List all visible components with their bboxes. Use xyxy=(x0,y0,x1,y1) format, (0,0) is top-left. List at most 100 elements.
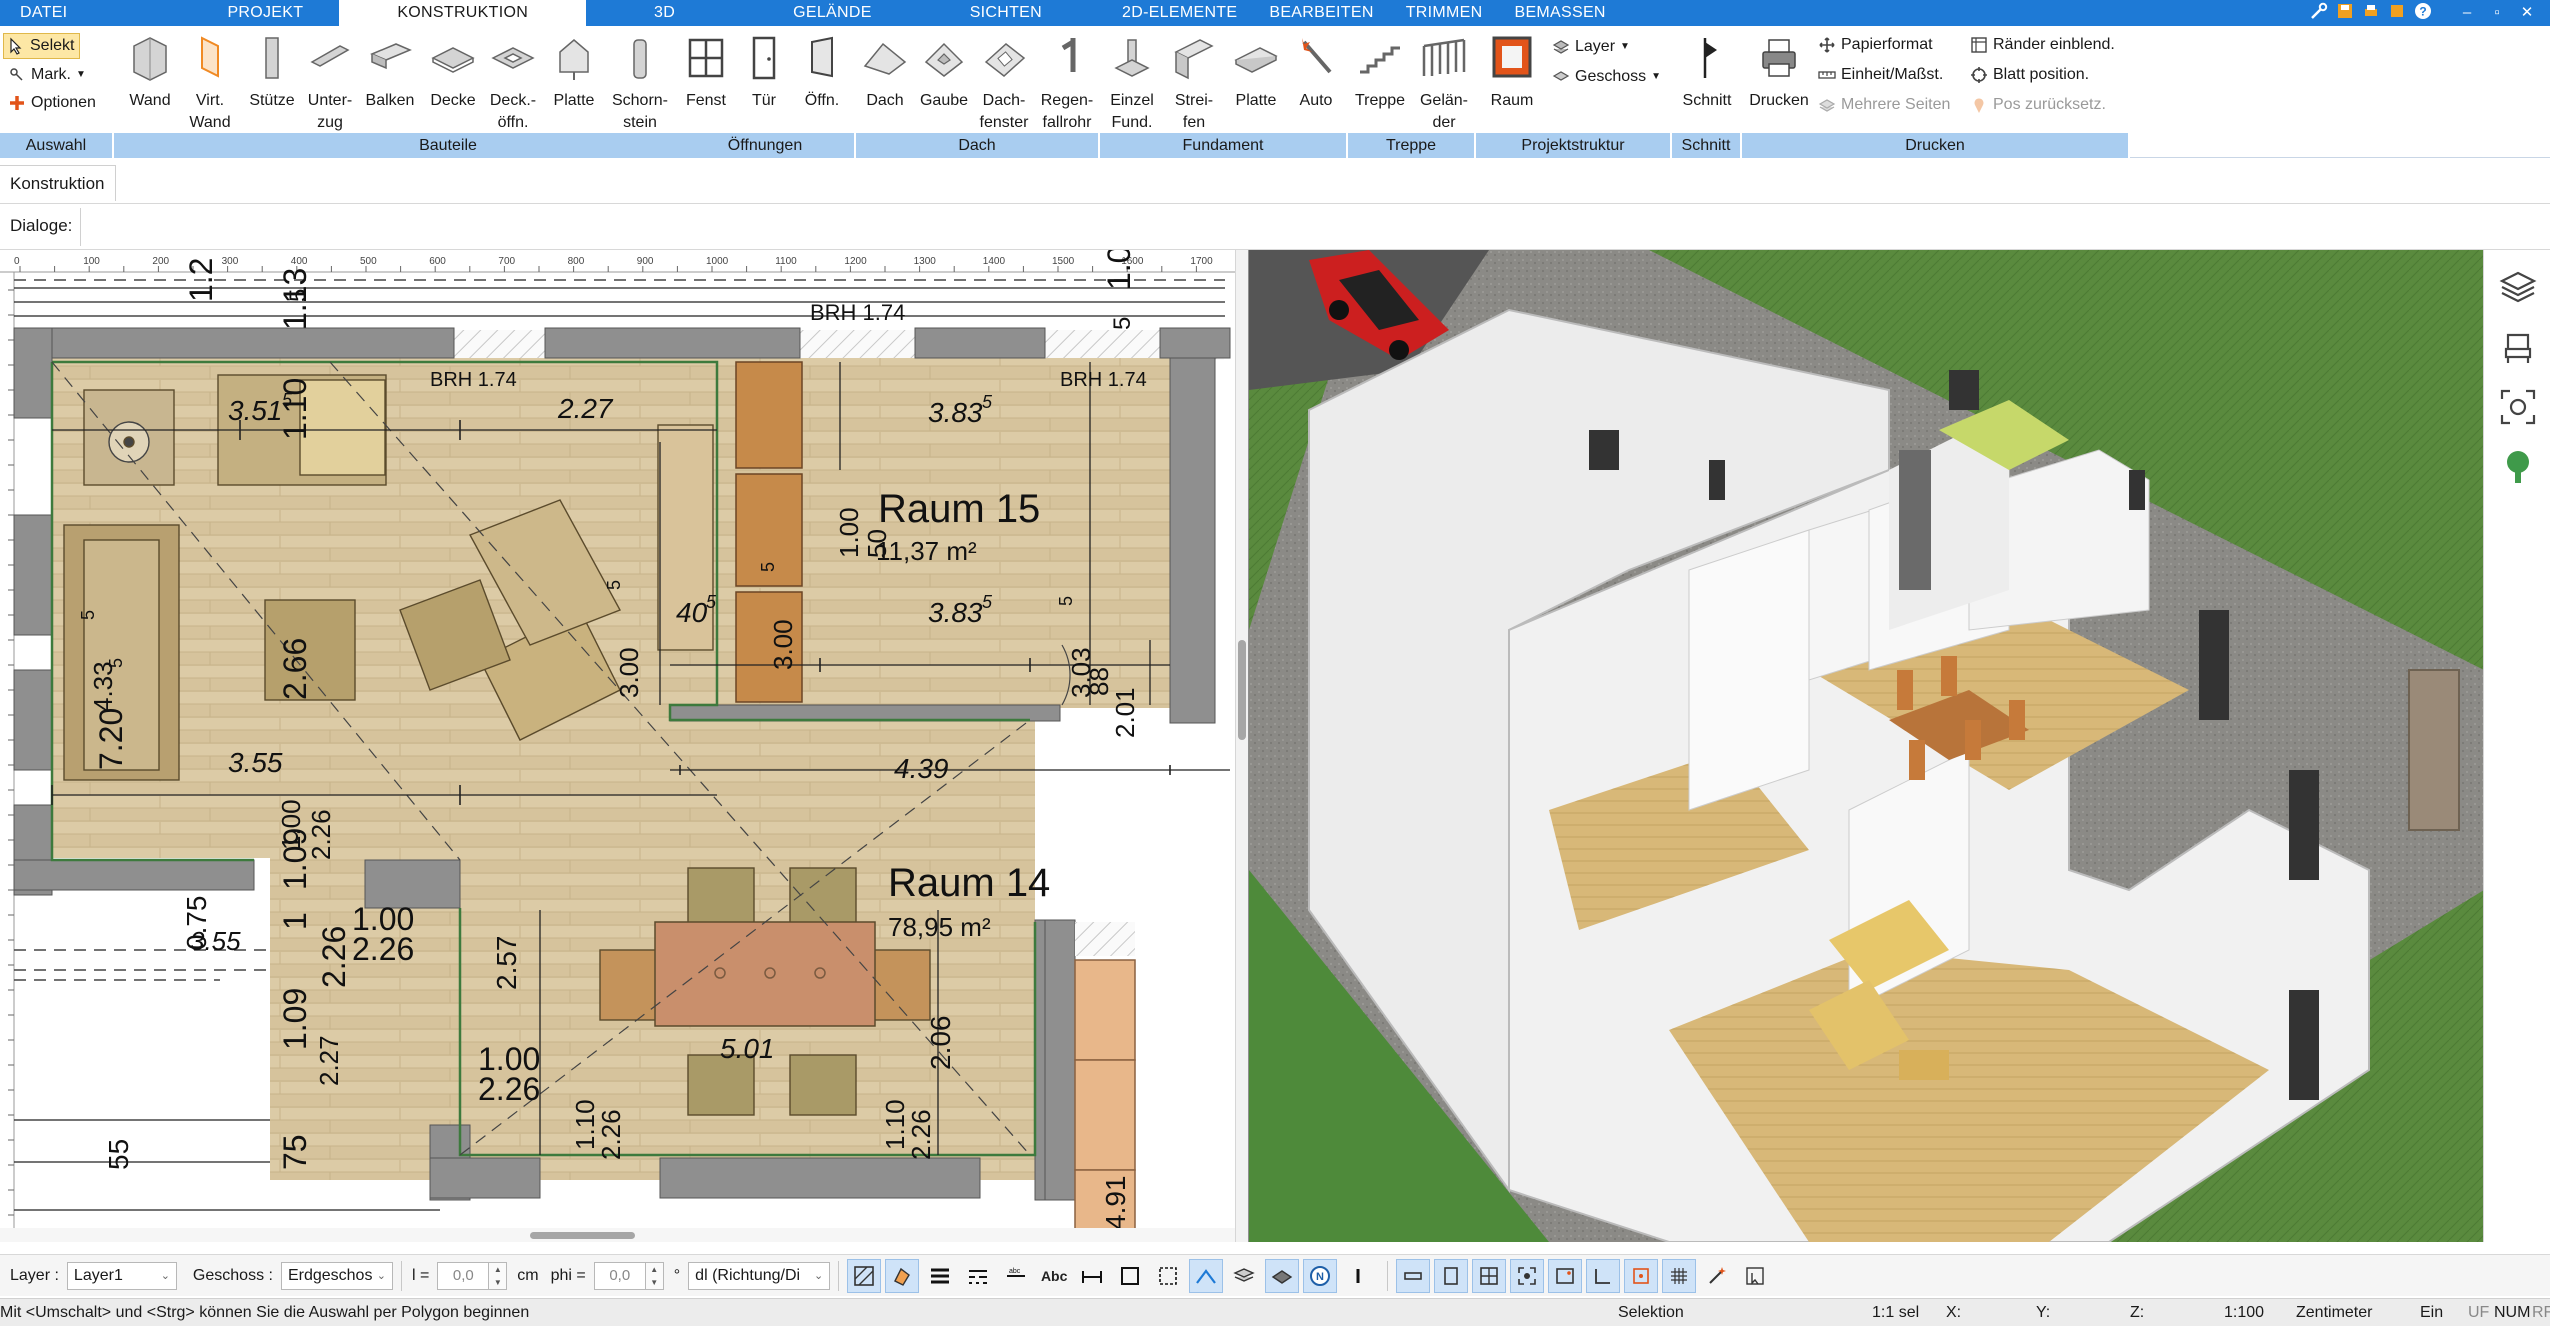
menu-tab-sichten[interactable]: SICHTEN xyxy=(930,0,1082,26)
page-view-icon[interactable] xyxy=(1434,1258,1469,1293)
3d-plane-icon[interactable] xyxy=(1265,1258,1300,1293)
einzelfundament-button[interactable]: Einzel Fund. xyxy=(1102,32,1162,134)
furniture-icon[interactable] xyxy=(2496,325,2540,369)
layer-select[interactable]: Layer1 ⌄ xyxy=(66,1261,177,1290)
floor-plan-canvas[interactable]: 0 100 200 300 400 500 600 700 800 900 1000 1100 1200… xyxy=(0,250,1235,1230)
dach-button[interactable]: Dach xyxy=(856,32,914,112)
menu-tab-konstruktion[interactable]: KONSTRUKTION xyxy=(339,0,587,26)
gelaender-button[interactable]: Gelän- der xyxy=(1412,32,1476,134)
fenster-button[interactable]: Fenst xyxy=(678,32,734,112)
menu-tab-datei[interactable]: DATEI xyxy=(0,0,79,26)
mark-button[interactable]: Mark. ▼ xyxy=(8,62,86,88)
treppe-button[interactable]: Treppe xyxy=(1348,32,1412,112)
selekt-button[interactable]: Selekt xyxy=(3,33,81,59)
more-icon[interactable] xyxy=(1341,1259,1375,1293)
pointer-tool-icon[interactable] xyxy=(1738,1259,1772,1293)
auto-button[interactable]: Auto xyxy=(1286,32,1346,112)
floor-plan-view[interactable]: 0 100 200 300 400 500 600 700 800 900 1000 1100 1200… xyxy=(0,250,1248,1242)
optionen-button[interactable]: Optionen xyxy=(8,90,96,116)
vertical-scrollbar-thumb[interactable] xyxy=(1238,640,1246,740)
fill-tool-icon[interactable] xyxy=(885,1258,920,1293)
wand-button[interactable]: Wand xyxy=(120,32,180,112)
pos-zuruecksetzen-button[interactable]: Pos zurücksetz. xyxy=(1970,92,2106,118)
papierformat-button[interactable]: Papierformat xyxy=(1818,32,1933,58)
menu-tab-bemassen[interactable]: BEMASSEN xyxy=(1498,0,1621,26)
tools-icon[interactable] xyxy=(2308,2,2330,24)
decke-button[interactable]: Decke xyxy=(424,32,482,112)
save-icon[interactable] xyxy=(2334,2,2356,24)
snap-icon[interactable] xyxy=(1189,1258,1224,1293)
raum-button[interactable]: Raum xyxy=(1482,32,1542,112)
menu-tab-trimmen[interactable]: TRIMMEN xyxy=(1390,0,1499,26)
menu-tab-gelaende[interactable]: GELÄNDE xyxy=(735,0,930,26)
dim-label: 1.00 xyxy=(276,799,306,850)
horizontal-scrollbar-thumb[interactable] xyxy=(530,1232,635,1239)
raender-einblenden-button[interactable]: Ränder einblend. xyxy=(1970,32,2115,58)
frame-icon[interactable] xyxy=(1113,1259,1147,1293)
tab-konstruktion[interactable]: Konstruktion xyxy=(0,165,116,201)
image-view-icon[interactable] xyxy=(1548,1258,1583,1293)
tuer-button[interactable]: Tür xyxy=(736,32,792,112)
geschoss-button[interactable]: Geschoss ▼ xyxy=(1552,64,1661,90)
menu-tab-projekt[interactable]: PROJEKT xyxy=(79,0,339,26)
layers-icon[interactable] xyxy=(2496,265,2540,309)
length-spinner[interactable]: ▲ ▼ xyxy=(489,1261,508,1290)
tree-icon[interactable] xyxy=(2496,445,2540,489)
layer-stack-icon[interactable] xyxy=(1227,1259,1261,1293)
fit-view-icon[interactable] xyxy=(1510,1258,1545,1293)
geschoss-select[interactable]: Erdgeschos ⌄ xyxy=(280,1261,393,1290)
print-icon[interactable] xyxy=(2360,2,2382,24)
beam-icon xyxy=(358,32,422,88)
view-splitter[interactable] xyxy=(1235,250,1248,1242)
wall-view-icon[interactable] xyxy=(1396,1258,1431,1293)
layer-button[interactable]: Layer ▼ xyxy=(1552,34,1630,60)
box-select-icon[interactable] xyxy=(1151,1259,1185,1293)
unterzug-button[interactable]: Unter- zug xyxy=(300,32,360,134)
oeffnung-button[interactable]: Öffn. xyxy=(794,32,850,112)
platte-button[interactable]: Platte xyxy=(544,32,604,112)
3d-view[interactable] xyxy=(1248,250,2483,1242)
grid-snap-icon[interactable] xyxy=(1662,1258,1697,1293)
drucken-button[interactable]: Drucken xyxy=(1746,32,1812,112)
einheit-massstab-button[interactable]: Einheit/Maßst. xyxy=(1818,62,1943,88)
mehrere-seiten-button[interactable]: Mehrere Seiten xyxy=(1818,92,1950,118)
phi-input[interactable]: 0,0 xyxy=(593,1261,646,1290)
north-icon[interactable]: N xyxy=(1303,1258,1338,1293)
target-view-icon[interactable] xyxy=(1624,1258,1659,1293)
horizontal-scrollbar[interactable] xyxy=(0,1228,1235,1242)
menu-tab-3d[interactable]: 3D xyxy=(586,0,735,26)
length-input[interactable]: 0,0 xyxy=(437,1261,490,1290)
line-weight-icon[interactable] xyxy=(923,1259,957,1293)
gaube-button[interactable]: Gaube xyxy=(914,32,974,112)
maximize-button[interactable]: ▫ xyxy=(2484,2,2510,24)
phi-spinner[interactable]: ▲ ▼ xyxy=(645,1261,664,1290)
fundamentplatte-button[interactable]: Platte xyxy=(1226,32,1286,112)
hatch-tool-icon[interactable] xyxy=(847,1258,882,1293)
measure-view-icon[interactable] xyxy=(1586,1258,1621,1293)
dimension-icon[interactable] xyxy=(1075,1259,1109,1293)
minimize-button[interactable]: – xyxy=(2454,2,2480,24)
deckoeffnung-button[interactable]: Deck.- öffn. xyxy=(482,32,544,134)
undo-icon[interactable] xyxy=(2386,2,2408,24)
zoom-extents-icon[interactable] xyxy=(2496,385,2540,429)
regenfallrohr-button[interactable]: Regen- fallrohr xyxy=(1034,32,1100,134)
direction-select[interactable]: dl (Richtung/Di ⌄ xyxy=(688,1261,831,1290)
wand-tool-icon[interactable] xyxy=(1700,1259,1734,1293)
line-style-icon[interactable] xyxy=(961,1259,995,1293)
schornstein-button[interactable]: Schorn- stein xyxy=(604,32,676,134)
balken-button[interactable]: Balken xyxy=(358,32,422,112)
menu-tab-2d-elemente[interactable]: 2D-ELEMENTE xyxy=(1082,0,1253,26)
text-style-icon[interactable]: Abc xyxy=(1037,1259,1071,1293)
stuetze-button[interactable]: Stütze xyxy=(242,32,302,112)
streifenfundament-button[interactable]: Strei- fen xyxy=(1162,32,1226,134)
blatt-positionieren-button[interactable]: Blatt position. xyxy=(1970,62,2089,88)
close-button[interactable]: ✕ xyxy=(2514,2,2540,24)
help-icon[interactable]: ? xyxy=(2412,2,2434,24)
menu-tab-bearbeiten[interactable]: BEARBEITEN xyxy=(1253,0,1389,26)
virt-wand-button[interactable]: Virt. Wand xyxy=(180,32,240,134)
dachfenster-button[interactable]: Dach- fenster xyxy=(972,32,1036,134)
schnitt-button[interactable]: Schnitt xyxy=(1676,32,1738,112)
grid-view-icon[interactable] xyxy=(1472,1258,1507,1293)
3d-canvas[interactable] xyxy=(1249,250,2483,1242)
arrow-style-icon[interactable]: abc xyxy=(999,1259,1033,1293)
